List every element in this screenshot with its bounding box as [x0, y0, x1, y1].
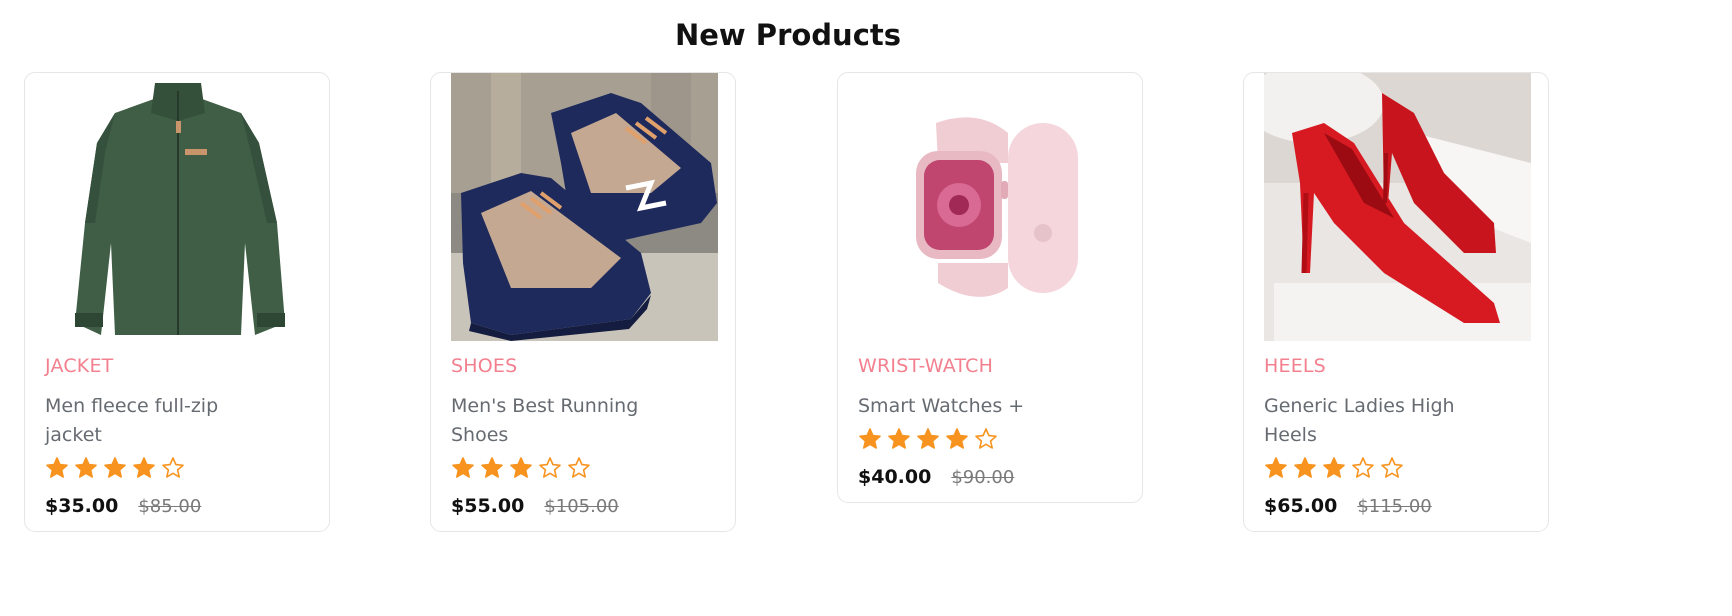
- green-fleece-jacket-image[interactable]: [45, 73, 312, 341]
- product-category[interactable]: WRIST-WATCH: [858, 355, 993, 377]
- star-filled-icon: [1265, 457, 1287, 478]
- product-card[interactable]: JACKET Men fleece full-zip jacket $35.00…: [24, 72, 330, 532]
- product-name[interactable]: Generic Ladies High Heels: [1264, 392, 1464, 450]
- star-filled-icon: [859, 428, 881, 449]
- pink-smart-watch-image[interactable]: [858, 73, 1125, 341]
- product-card[interactable]: SHOES Men's Best Running Shoes $55.00 $1…: [430, 72, 736, 532]
- star-filled-icon: [1323, 457, 1345, 478]
- rating-stars: [451, 456, 591, 480]
- navy-running-shoes-image[interactable]: [451, 73, 718, 341]
- price-row: $55.00 $105.00: [451, 495, 619, 517]
- old-price: $115.00: [1357, 496, 1432, 517]
- red-high-heels-image[interactable]: [1264, 73, 1531, 341]
- product-card[interactable]: HEELS Generic Ladies High Heels $65.00 $…: [1243, 72, 1549, 532]
- rating-stars: [1264, 456, 1404, 480]
- old-price: $105.00: [544, 496, 619, 517]
- star-empty-icon: [162, 457, 184, 478]
- star-filled-icon: [510, 457, 532, 478]
- star-empty-icon: [1381, 457, 1403, 478]
- product-category[interactable]: SHOES: [451, 355, 517, 377]
- old-price: $85.00: [138, 496, 202, 517]
- star-empty-icon: [539, 457, 561, 478]
- product-category[interactable]: HEELS: [1264, 355, 1326, 377]
- rating-stars: [858, 427, 998, 451]
- product-category[interactable]: JACKET: [45, 355, 113, 377]
- current-price: $40.00: [858, 466, 932, 488]
- product-name[interactable]: Men fleece full-zip jacket: [45, 392, 245, 450]
- section-title: New Products: [674, 18, 902, 52]
- star-filled-icon: [917, 428, 939, 449]
- old-price: $90.00: [951, 467, 1015, 488]
- price-row: $40.00 $90.00: [858, 466, 1014, 488]
- star-filled-icon: [946, 428, 968, 449]
- star-filled-icon: [104, 457, 126, 478]
- current-price: $35.00: [45, 495, 119, 517]
- star-filled-icon: [46, 457, 68, 478]
- product-card[interactable]: WRIST-WATCH Smart Watches + $40.00 $90.0…: [837, 72, 1143, 503]
- star-empty-icon: [1352, 457, 1374, 478]
- star-empty-icon: [568, 457, 590, 478]
- price-row: $35.00 $85.00: [45, 495, 201, 517]
- rating-stars: [45, 456, 185, 480]
- product-name[interactable]: Smart Watches +: [858, 392, 1088, 421]
- star-empty-icon: [975, 428, 997, 449]
- current-price: $55.00: [451, 495, 525, 517]
- star-filled-icon: [888, 428, 910, 449]
- current-price: $65.00: [1264, 495, 1338, 517]
- star-filled-icon: [75, 457, 97, 478]
- star-filled-icon: [481, 457, 503, 478]
- star-filled-icon: [452, 457, 474, 478]
- price-row: $65.00 $115.00: [1264, 495, 1432, 517]
- star-filled-icon: [1294, 457, 1316, 478]
- product-name[interactable]: Men's Best Running Shoes: [451, 392, 651, 450]
- star-filled-icon: [133, 457, 155, 478]
